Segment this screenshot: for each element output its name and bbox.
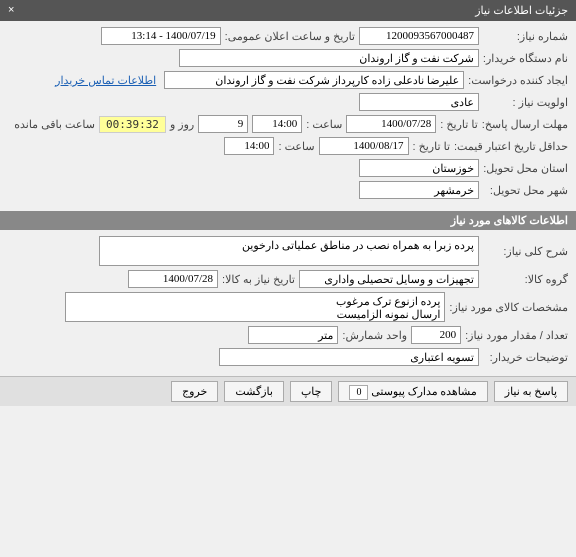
unit-field[interactable] xyxy=(248,326,338,344)
group-field[interactable] xyxy=(299,270,479,288)
city-label: شهر محل تحویل: xyxy=(483,184,568,197)
window-title: جزئیات اطلاعات نیاز xyxy=(475,5,568,17)
to-date-field[interactable] xyxy=(346,115,436,133)
province-label: استان محل تحویل: xyxy=(483,162,568,175)
close-icon[interactable]: × xyxy=(8,4,14,16)
reply-button[interactable]: پاسخ به نیاز xyxy=(494,381,568,402)
spacer xyxy=(8,381,165,402)
priority-field[interactable] xyxy=(359,93,479,111)
print-button[interactable]: چاپ xyxy=(290,381,333,402)
goods-section: شرح کلی نیاز: پرده زبرا به همراه نصب در … xyxy=(0,230,576,376)
buyer-note-label: توضیحات خریدار: xyxy=(483,351,568,364)
group-label: گروه کالا: xyxy=(483,273,568,286)
priority-label: اولویت نیاز : xyxy=(483,96,568,109)
need-date-field[interactable] xyxy=(128,270,218,288)
price-hour-label: ساعت : xyxy=(278,140,314,153)
remaining-label: ساعت باقی مانده xyxy=(14,118,95,131)
contact-link[interactable]: اطلاعات تماس خریدار xyxy=(51,73,160,88)
price-date-field[interactable] xyxy=(319,137,409,155)
unit-label: واحد شمارش: xyxy=(342,329,407,342)
countdown-timer: 00:39:32 xyxy=(99,116,166,133)
desc-field[interactable]: پرده زبرا به همراه نصب در مناطق عملیاتی … xyxy=(99,236,479,266)
attachments-button[interactable]: مشاهده مدارک پیوستی 0 xyxy=(338,381,487,402)
price-hour-field[interactable] xyxy=(224,137,274,155)
back-button[interactable]: بازگشت xyxy=(224,381,284,402)
desc-label: شرح کلی نیاز: xyxy=(483,245,568,258)
price-to-date-label: تا تاریخ : xyxy=(413,140,450,153)
attachments-count: 0 xyxy=(349,385,368,400)
exit-button[interactable]: خروج xyxy=(171,381,218,402)
qty-field[interactable] xyxy=(411,326,461,344)
announce-label: تاریخ و ساعت اعلان عمومی: xyxy=(225,30,355,43)
footer-toolbar: پاسخ به نیاز مشاهده مدارک پیوستی 0 چاپ ب… xyxy=(0,376,576,406)
goods-section-title: اطلاعات کالاهای مورد نیاز xyxy=(0,211,576,230)
need-date-label: تاریخ نیاز به کالا: xyxy=(222,273,295,286)
request-no-field[interactable] xyxy=(359,27,479,45)
days-label: روز و xyxy=(170,118,194,131)
need-info-section: شماره نیاز: تاریخ و ساعت اعلان عمومی: نا… xyxy=(0,21,576,209)
buyer-note-field[interactable] xyxy=(219,348,479,366)
request-no-label: شماره نیاز: xyxy=(483,30,568,43)
deadline-label: مهلت ارسال پاسخ: xyxy=(482,118,568,131)
spec-field[interactable]: پرده ازنوع ترک مرغوب ارسال نمونه الزامیس… xyxy=(65,292,445,322)
window-header: جزئیات اطلاعات نیاز × xyxy=(0,0,576,21)
city-field[interactable] xyxy=(359,181,479,199)
spec-label: مشخصات کالای مورد نیاز: xyxy=(449,301,568,314)
buyer-field[interactable] xyxy=(179,49,479,67)
creator-field[interactable] xyxy=(164,71,464,89)
attachments-label: مشاهده مدارک پیوستی xyxy=(371,386,477,398)
to-date-label: تا تاریخ : xyxy=(440,118,477,131)
buyer-label: نام دستگاه خریدار: xyxy=(483,52,568,65)
announce-field[interactable] xyxy=(101,27,221,45)
hour-field[interactable] xyxy=(252,115,302,133)
qty-label: تعداد / مقدار مورد نیاز: xyxy=(465,329,568,342)
province-field[interactable] xyxy=(359,159,479,177)
creator-label: ایجاد کننده درخواست: xyxy=(468,74,568,87)
days-count-field[interactable] xyxy=(198,115,248,133)
hour-label: ساعت : xyxy=(306,118,342,131)
price-validity-label: حداقل تاریخ اعتبار قیمت: xyxy=(454,140,568,153)
